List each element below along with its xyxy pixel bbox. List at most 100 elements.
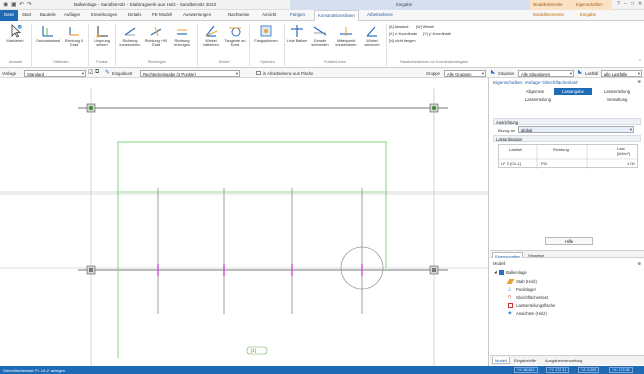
tab-lastangabe[interactable]: Lastangabe <box>554 88 592 95</box>
punktlager-icon: △ <box>508 286 512 291</box>
tangente-icon <box>229 27 241 37</box>
arbeitsebene-checkbox[interactable] <box>256 70 261 75</box>
button-label: Tangente an Kreis <box>224 39 246 48</box>
pin-icon[interactable]: ⊕ <box>637 79 641 85</box>
maximize-button[interactable]: □ <box>631 1 634 7</box>
tab-bauteile[interactable]: Bauteile <box>40 12 56 17</box>
tab-eingabe[interactable]: Eingabe <box>580 12 596 17</box>
tree-item-ansichten[interactable]: Ansichten (Holz) <box>516 311 547 316</box>
folder-icon <box>499 270 504 275</box>
lastfall-select[interactable]: alle Lastfälle <box>601 69 642 77</box>
gerade-schneiden-button[interactable]: Gerade schneiden <box>308 24 332 48</box>
winkel-halbieren-button[interactable]: Winkel halbieren <box>199 24 223 48</box>
collapse-ribbon-icon[interactable]: ⌃ <box>638 59 642 65</box>
section-lastordination[interactable]: Lastordination <box>493 135 641 142</box>
grundabstand-button[interactable]: Grundabstand <box>34 24 62 43</box>
tangente-button[interactable]: Tangente an Kreis <box>223 24 247 48</box>
group-punkte: Punkte <box>96 60 108 64</box>
eingabeart-select[interactable]: Rechteckeingabe (2 Punkte) <box>140 69 240 77</box>
tab-ausgabenverwaltung[interactable]: Ausgabenverwaltung <box>543 357 584 364</box>
separator <box>197 24 198 66</box>
tab-details[interactable]: Details <box>128 12 141 17</box>
nicht-fangen-option[interactable]: [N] nicht fangen <box>389 39 416 43</box>
x-koordinate-option[interactable]: [X] x'-Koordinate <box>389 32 417 36</box>
tab-allgemein[interactable]: Allgemein <box>518 89 552 94</box>
tab-nachweise[interactable]: Nachweise <box>228 12 249 17</box>
richtung-90-icon <box>150 26 162 37</box>
copy-icon[interactable]: ⧉ <box>95 69 99 76</box>
section-ausrichtung[interactable]: Ausrichtung <box>493 118 641 125</box>
winkel-halbieren-icon <box>205 25 218 37</box>
tab-fangen[interactable]: Fangen <box>290 12 305 17</box>
pencil-icon[interactable]: ✎ <box>105 69 110 76</box>
properties-header: Eigenschaften: Vorlage 'Gleichflächenlas… <box>493 79 579 85</box>
richtung-konstruieren-button[interactable]: Richtung konstruieren <box>117 24 143 48</box>
bezug-label: Bezug an <box>498 128 515 133</box>
button-label: Markieren <box>6 39 24 43</box>
linie-balken-button[interactable]: Linie Balken <box>286 24 308 43</box>
tab-konstruktionslinien[interactable]: Konstruktionslinien <box>314 10 359 21</box>
drawing-canvas[interactable]: [1] <box>0 78 489 366</box>
separator <box>284 24 285 66</box>
cell-richtung[interactable]: PZr <box>541 161 547 166</box>
tree-item-punktlager[interactable]: Punktlager <box>516 287 536 292</box>
button-label: Richtung +90 Grad <box>144 39 168 48</box>
fangoptionen-button[interactable]: Fangoptionen <box>251 24 281 43</box>
checkbox-icon[interactable]: ☑ <box>88 69 93 76</box>
input-toolbar: Vorlage Standard ☑ ⧉ ✎ Eingabeart Rechte… <box>0 68 644 78</box>
tab-ansicht[interactable]: Ansicht <box>262 12 276 17</box>
tab-fe-modell[interactable]: FE-Modell <box>152 12 172 17</box>
button-label: Linie Balken <box>286 39 308 43</box>
situation-select[interactable]: Alle Situationen <box>518 69 574 77</box>
eingabeart-label: Eingabeart <box>112 70 133 76</box>
winkel-zeichnen-icon <box>366 26 377 37</box>
tree-item-lastverteilungsflaeche[interactable]: Lastverteilungsfläche <box>516 303 555 308</box>
mittelpunkt-button[interactable]: Mittelpunkt konstruieren <box>332 24 360 48</box>
gerade-schneiden-icon <box>313 26 327 36</box>
vorlage-select[interactable]: Standard <box>24 69 86 77</box>
cell-lastfall[interactable]: LF 2 [Ch.1] <box>501 161 521 166</box>
tab-einwirkungen[interactable]: Einwirkungen <box>91 12 117 17</box>
richtung-erzeugen-button[interactable]: Richtung erzeugen <box>169 24 195 48</box>
tree-item-gleichflaechenlast[interactable]: Gleichflächenlast <box>516 295 548 300</box>
richtung-0-button[interactable]: Richtung 0 Grad <box>62 24 86 48</box>
abstand-option[interactable]: [A] Abstand <box>389 25 408 29</box>
tab-auflager[interactable]: Auflager <box>64 12 80 17</box>
tab-datei[interactable]: Datei <box>0 10 19 21</box>
model-tree-panel: Modell ⊕ ◢ Balkenlage Stab (Holz) △ Punk… <box>490 258 644 354</box>
tab-modellelemente[interactable]: Modellelemente <box>533 12 564 17</box>
bottom-panel-tabs: Modell Eingabehilfe Ausgabenverwaltung <box>490 355 644 365</box>
group-winkel: Winkel <box>218 60 230 64</box>
winkel-zeichnen-button[interactable]: Winkel zeichnen <box>360 24 384 48</box>
coord-box: +X: 58.843 <box>514 367 538 373</box>
winkel-option[interactable]: [W] Winkel <box>416 25 434 29</box>
help-icon[interactable]: ? <box>617 1 620 7</box>
close-button[interactable]: ✕ <box>638 1 642 7</box>
markieren-button[interactable]: Markieren <box>2 24 28 43</box>
cell-last[interactable]: 1.00 <box>627 161 635 166</box>
tab-lastverteilung-2[interactable]: Lastverteilung <box>518 97 558 102</box>
tab-start[interactable]: Start <box>22 12 31 17</box>
tab-eingabehilfe[interactable]: Eingabehilfe <box>512 357 538 364</box>
richtung-90-button[interactable]: Richtung +90 Grad <box>143 24 169 48</box>
mittelpunkt-icon <box>340 27 352 36</box>
col-richtung: Richtung <box>553 147 569 152</box>
ursprung-setzen-button[interactable]: Ursprung setzen <box>90 24 114 48</box>
separator <box>31 24 32 66</box>
tab-modell[interactable]: Modell <box>492 357 510 364</box>
tree-item-stab[interactable]: Stab (Holz) <box>516 279 537 284</box>
collapse-icon[interactable]: ◢ <box>494 270 497 274</box>
group-auswahl: Auswahl <box>8 60 23 64</box>
tab-lastverteilung[interactable]: Lastverteilung <box>594 89 640 94</box>
tab-auswertungen[interactable]: Auswertungen <box>183 12 211 17</box>
minimize-button[interactable]: – <box>624 1 627 7</box>
gruppe-select[interactable]: Alle Gruppen <box>444 69 486 77</box>
bezug-select[interactable]: global <box>518 126 634 133</box>
help-button[interactable]: Hilfe <box>545 237 593 245</box>
tab-arbeitsebene[interactable]: Arbeitsebene <box>367 12 393 17</box>
y-koordinate-option[interactable]: [Y] y'-Koordinate <box>423 32 451 36</box>
button-label: Richtung konstruieren <box>119 39 141 48</box>
pin-icon[interactable]: ⊕ <box>637 261 641 267</box>
tree-root[interactable]: Balkenlage <box>506 270 527 275</box>
tab-verwaltung[interactable]: Verwaltung <box>594 97 640 102</box>
